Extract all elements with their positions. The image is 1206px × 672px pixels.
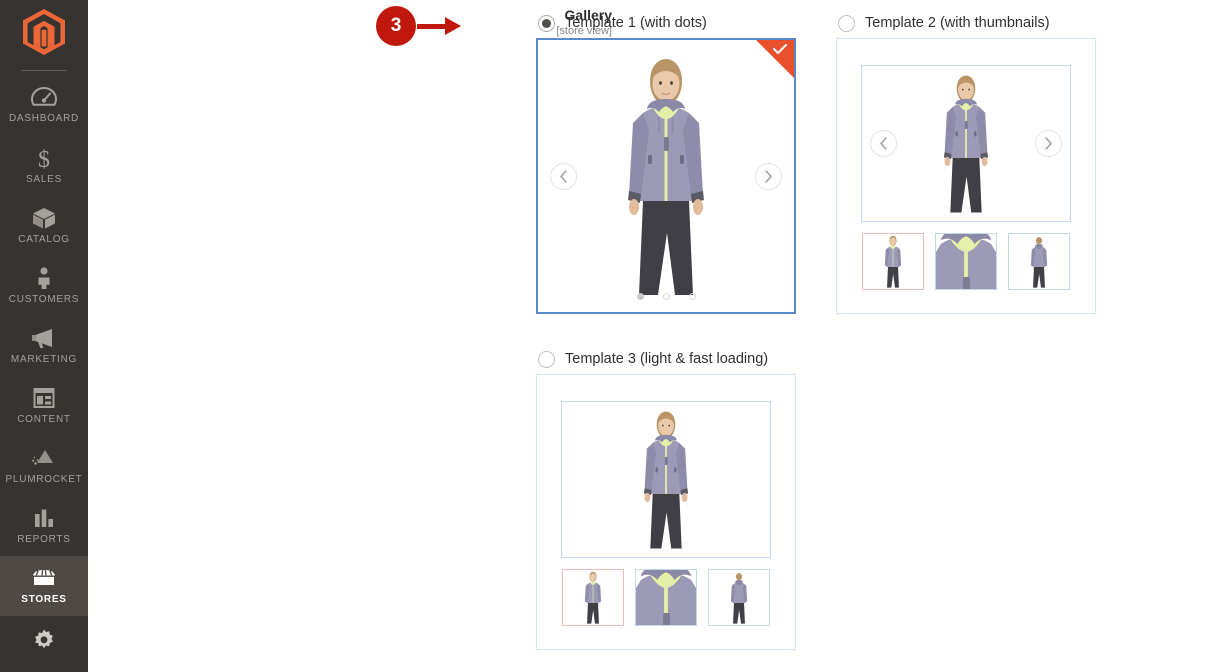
preview-card-template-3[interactable]	[536, 374, 796, 650]
thumbnail-item[interactable]	[708, 569, 770, 626]
annotation-step-number: 3	[376, 6, 416, 46]
sidebar-item-plumrocket[interactable]: PLUMROCKET	[0, 436, 88, 496]
sidebar-item-label: PLUMROCKET	[5, 474, 83, 486]
annotation-marker: 3	[376, 6, 461, 46]
storefront-icon	[31, 566, 57, 590]
dollar-icon: $	[31, 146, 57, 170]
sidebar-item-sales[interactable]: $ SALES	[0, 135, 88, 195]
template-1-label: Template 1 (with dots)	[565, 15, 707, 31]
gallery-dots	[538, 293, 794, 300]
chevron-left-icon	[560, 169, 567, 183]
template-options-row-2: Template 3 (light & fast loading)	[536, 344, 1196, 650]
preview-card-template-2[interactable]	[836, 38, 1096, 314]
option-template-3: Template 3 (light & fast loading)	[536, 344, 798, 650]
sidebar-item-label: STORES	[21, 594, 67, 606]
sidebar-item-system[interactable]	[0, 615, 88, 672]
chevron-right-icon	[765, 169, 772, 183]
sidebar-item-label: DASHBOARD	[8, 113, 80, 125]
gallery-dot[interactable]	[636, 293, 644, 300]
thumbnail-item[interactable]	[1008, 233, 1070, 290]
option-template-1: Template 1 (with dots)	[536, 8, 798, 314]
thumbnail-strip	[561, 569, 771, 626]
sidebar-item-reports[interactable]: REPORTS	[0, 496, 88, 556]
option-template-2: Template 2 (with thumbnails)	[836, 8, 1100, 314]
thumbnail-item[interactable]	[635, 569, 697, 626]
preview-card-template-1[interactable]	[536, 38, 796, 314]
admin-sidebar: DASHBOARD $ SALES CATALOG CUSTOMERS MARK…	[0, 0, 88, 672]
chevron-right-icon	[1045, 137, 1052, 150]
dashboard-icon	[31, 85, 57, 109]
sidebar-item-marketing[interactable]: MARKETING	[0, 315, 88, 375]
product-image-main	[916, 71, 1016, 216]
gear-icon	[31, 628, 57, 659]
sidebar-divider	[21, 69, 67, 71]
gallery-template-options: Template 1 (with dots) Template 2 (with …	[536, 8, 1196, 650]
layout-icon	[31, 386, 57, 410]
sidebar-item-label: CUSTOMERS	[8, 293, 80, 305]
chevron-left-icon	[880, 137, 887, 150]
template-1-stage	[538, 40, 794, 312]
sidebar-item-label: CONTENT	[17, 413, 71, 425]
bar-chart-icon	[31, 506, 57, 530]
template-3-stage	[561, 401, 771, 558]
template-2-stage	[861, 65, 1071, 222]
sidebar-item-label: MARKETING	[10, 353, 78, 365]
box-icon	[31, 206, 57, 230]
sidebar-item-label: CATALOG	[18, 233, 70, 245]
svg-text:$: $	[38, 147, 50, 170]
sidebar-item-customers[interactable]: CUSTOMERS	[0, 255, 88, 315]
radio-template-2[interactable]	[838, 14, 855, 32]
prev-arrow-button[interactable]	[550, 162, 577, 190]
template-2-header[interactable]: Template 2 (with thumbnails)	[836, 8, 1100, 38]
sidebar-item-label: REPORTS	[17, 534, 71, 546]
template-3-header[interactable]: Template 3 (light & fast loading)	[536, 344, 798, 374]
sidebar-item-label: SALES	[26, 173, 62, 185]
magento-logo-icon	[23, 8, 65, 55]
sidebar-item-stores[interactable]: STORES	[0, 555, 88, 616]
radio-template-1[interactable]	[538, 14, 555, 32]
next-arrow-button[interactable]	[755, 162, 782, 190]
thumbnail-strip	[861, 233, 1071, 290]
template-options-row-1: Template 1 (with dots) Template 2 (with …	[536, 8, 1196, 314]
admin-page: DASHBOARD $ SALES CATALOG CUSTOMERS MARK…	[0, 0, 1206, 672]
pyramid-icon	[31, 446, 57, 470]
gallery-dot[interactable]	[688, 293, 696, 300]
radio-template-3[interactable]	[538, 350, 555, 368]
template-1-header[interactable]: Template 1 (with dots)	[536, 8, 798, 38]
gallery-dot[interactable]	[662, 293, 670, 300]
main-content: 3 Gallery [store view] Template 1 (with …	[88, 0, 1206, 672]
annotation-arrow-icon	[417, 17, 461, 35]
template-3-label: Template 3 (light & fast loading)	[565, 351, 769, 367]
template-2-label: Template 2 (with thumbnails)	[865, 15, 1050, 31]
person-icon	[31, 266, 57, 290]
sidebar-item-content[interactable]: CONTENT	[0, 375, 88, 435]
sidebar-item-dashboard[interactable]: DASHBOARD	[0, 75, 88, 135]
next-arrow-button[interactable]	[1035, 130, 1062, 157]
sidebar-item-catalog[interactable]: CATALOG	[0, 195, 88, 255]
thumbnail-item[interactable]	[862, 233, 924, 290]
megaphone-icon	[31, 326, 57, 350]
magento-logo[interactable]	[0, 0, 88, 64]
thumbnail-item[interactable]	[562, 569, 624, 626]
product-image-main	[616, 407, 716, 552]
thumbnail-item[interactable]	[935, 233, 997, 290]
prev-arrow-button[interactable]	[870, 130, 897, 157]
product-image-main	[580, 51, 752, 301]
